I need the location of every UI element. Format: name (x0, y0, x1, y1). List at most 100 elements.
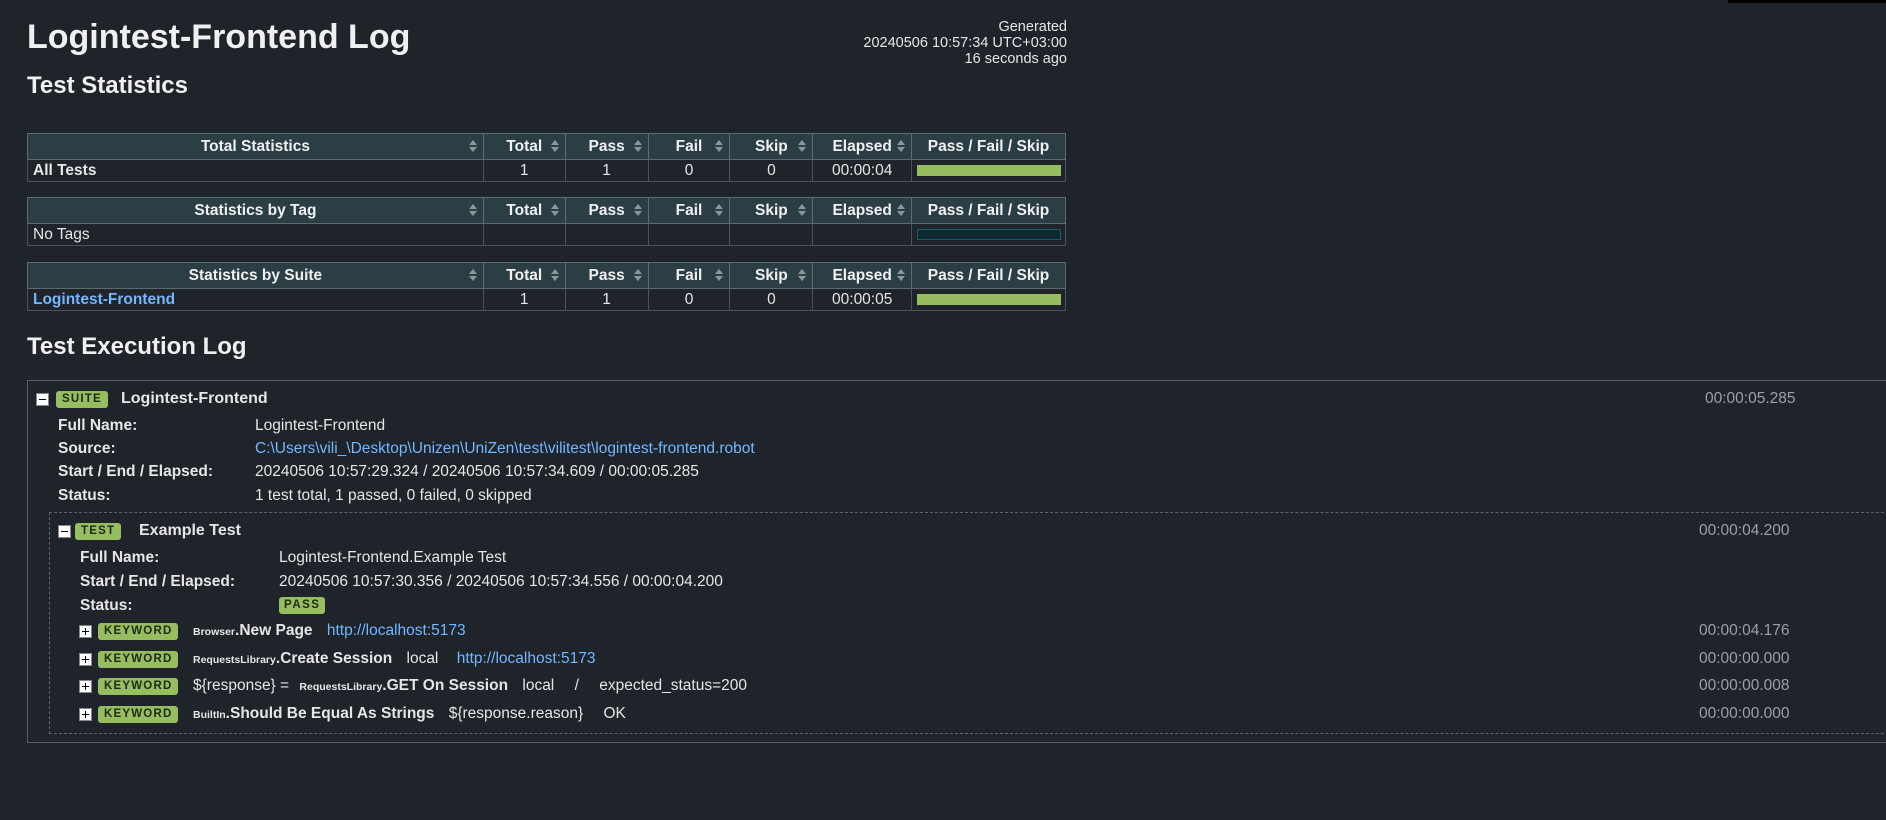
table-row: All Tests 1 1 0 0 00:00:04 (27, 159, 1066, 182)
sort-icon (798, 204, 807, 217)
suite-log-box: SUITE Logintest-Frontend 00:00:05.285 Fu… (27, 380, 1886, 743)
keyword-arg: expected_status=200 (599, 677, 747, 694)
suite-status: 1 test total, 1 passed, 0 failed, 0 skip… (255, 487, 532, 504)
row-graph (911, 288, 1066, 311)
sort-icon (897, 269, 905, 282)
expand-keyword-icon[interactable] (79, 653, 92, 666)
test-times: 20240506 10:57:30.356 / 20240506 10:57:3… (279, 573, 723, 590)
row-pass: 1 (564, 159, 649, 182)
row-skip: 0 (729, 159, 814, 182)
row-name: No Tags (27, 223, 484, 246)
header-elapsed[interactable]: Elapsed (812, 262, 912, 289)
expand-keyword-icon[interactable] (79, 625, 92, 638)
generated-info: Generated 20240506 10:57:34 UTC+03:00 16… (863, 19, 1067, 67)
keyword-library: RequestsLibrary (193, 654, 276, 666)
generated-timestamp: 20240506 10:57:34 UTC+03:00 (863, 35, 1067, 51)
keyword-library: BuiltIn (193, 709, 226, 721)
suite-times: 20240506 10:57:29.324 / 20240506 10:57:3… (255, 463, 699, 480)
keyword-name: GET On Session (386, 677, 509, 694)
test-name[interactable]: Example Test (139, 522, 241, 540)
row-total: 1 (482, 288, 566, 311)
test-full-name-label: Full Name: (80, 549, 160, 566)
header-statistics-by-suite[interactable]: Statistics by Suite (27, 262, 484, 289)
test-badge: TEST (75, 523, 122, 540)
header-total[interactable]: Total (482, 133, 566, 160)
header-total[interactable]: Total (482, 197, 566, 224)
keyword-badge: KEYWORD (98, 651, 179, 668)
row-total (482, 223, 566, 246)
pass-bar (917, 165, 1061, 176)
sort-icon (550, 140, 559, 153)
header-pass-fail-skip[interactable]: Pass / Fail / Skip (911, 133, 1066, 160)
collapse-suite-icon[interactable] (36, 393, 49, 406)
keyword-row[interactable]: RequestsLibrary.Create Session local htt… (193, 650, 595, 668)
suite-full-name: Logintest-Frontend (255, 417, 386, 434)
header-pass[interactable]: Pass (564, 262, 649, 289)
keyword-name: New Page (239, 622, 313, 639)
table-row: No Tags (27, 223, 1066, 246)
header-pass[interactable]: Pass (564, 133, 649, 160)
test-status-badge: PASS (279, 597, 326, 614)
keyword-arg-link[interactable]: http://localhost:5173 (327, 622, 466, 639)
page-title: Logintest-Frontend Log (27, 18, 411, 56)
sort-icon (550, 269, 559, 282)
suite-elapsed: 00:00:05.285 (1705, 390, 1796, 407)
row-elapsed: 00:00:05 (812, 288, 912, 311)
header-fail[interactable]: Fail (647, 197, 731, 224)
page-header: Logintest-Frontend Log Generated 2024050… (27, 16, 1067, 67)
row-fail: 0 (647, 159, 731, 182)
sort-icon (633, 140, 642, 153)
header-fail[interactable]: Fail (647, 262, 731, 289)
empty-bar (917, 229, 1061, 240)
header-pass[interactable]: Pass (564, 197, 649, 224)
row-name: Logintest-Frontend (27, 288, 484, 311)
header-pass-fail-skip[interactable]: Pass / Fail / Skip (911, 262, 1066, 289)
sort-icon (715, 269, 724, 282)
keyword-row[interactable]: BuiltIn.Should Be Equal As Strings ${res… (193, 705, 626, 723)
sort-icon (468, 140, 477, 153)
header-skip[interactable]: Skip (729, 133, 814, 160)
sort-icon (798, 140, 807, 153)
row-fail (647, 223, 731, 246)
keyword-arg: ${response.reason} (448, 705, 584, 722)
keyword-badge: KEYWORD (98, 706, 179, 723)
suite-name[interactable]: Logintest-Frontend (121, 390, 268, 408)
header-skip[interactable]: Skip (729, 262, 814, 289)
sort-icon (633, 269, 642, 282)
header-total[interactable]: Total (482, 262, 566, 289)
sort-icon (715, 204, 724, 217)
suite-full-name-label: Full Name: (58, 417, 138, 434)
collapse-test-icon[interactable] (58, 525, 71, 538)
suite-statistics-table: Statistics by Suite Total Pass Fail Skip… (27, 262, 1066, 311)
test-times-label: Start / End / Elapsed: (80, 573, 236, 590)
suite-link[interactable]: Logintest-Frontend (33, 291, 175, 308)
suite-status-label: Status: (58, 487, 111, 504)
keyword-library: Browser (193, 626, 236, 638)
header-total-statistics[interactable]: Total Statistics (27, 133, 484, 160)
suite-source-link[interactable]: C:\Users\vili_\Desktop\Unizen\UniZen\tes… (255, 440, 755, 458)
expand-keyword-icon[interactable] (79, 680, 92, 693)
expand-keyword-icon[interactable] (79, 708, 92, 721)
sort-icon (633, 204, 642, 217)
row-fail: 0 (647, 288, 731, 311)
header-elapsed[interactable]: Elapsed (812, 197, 912, 224)
window-edge-strip (1728, 0, 1886, 3)
keyword-row[interactable]: Browser.New Page http://localhost:5173 (193, 622, 466, 640)
sort-icon (798, 269, 807, 282)
test-log-box: TEST Example Test 00:00:04.200 Full Name… (49, 512, 1886, 734)
header-statistics-by-tag[interactable]: Statistics by Tag (27, 197, 484, 224)
keyword-row[interactable]: ${response} = RequestsLibrary.GET On Ses… (193, 677, 747, 695)
keyword-badge: KEYWORD (98, 678, 179, 695)
generated-ago: 16 seconds ago (964, 51, 1067, 67)
keyword-name: Should Be Equal As Strings (229, 705, 435, 722)
tag-statistics-table: Statistics by Tag Total Pass Fail Skip E… (27, 197, 1066, 246)
header-skip[interactable]: Skip (729, 197, 814, 224)
keyword-arg-link[interactable]: http://localhost:5173 (457, 650, 596, 667)
row-elapsed (812, 223, 912, 246)
header-fail[interactable]: Fail (647, 133, 731, 160)
keyword-elapsed: 00:00:04.176 (1699, 622, 1790, 639)
header-elapsed[interactable]: Elapsed (812, 133, 912, 160)
test-full-name: Logintest-Frontend.Example Test (279, 549, 507, 566)
keyword-arg: local (522, 677, 555, 694)
header-pass-fail-skip[interactable]: Pass / Fail / Skip (911, 197, 1066, 224)
